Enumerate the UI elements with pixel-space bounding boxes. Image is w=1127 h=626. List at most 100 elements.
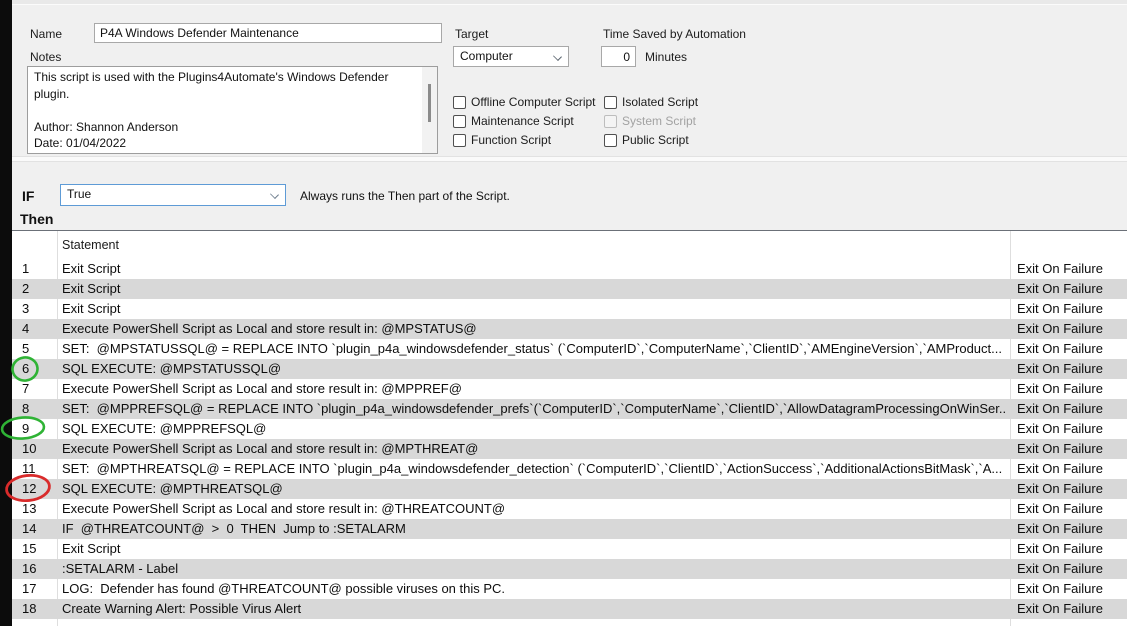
checkbox-icon bbox=[453, 134, 466, 147]
chevron-down-icon bbox=[270, 190, 279, 199]
row-number: 13 bbox=[22, 499, 56, 519]
row-exit-on-failure: Exit On Failure bbox=[1017, 339, 1103, 359]
row-exit-on-failure: Exit On Failure bbox=[1017, 559, 1103, 579]
script-name-input[interactable]: P4A Windows Defender Maintenance bbox=[94, 23, 442, 43]
row-statement: SQL EXECUTE: @MPSTATUSSQL@ bbox=[62, 359, 1007, 379]
row-exit-on-failure: Exit On Failure bbox=[1017, 279, 1103, 299]
row-exit-on-failure: Exit On Failure bbox=[1017, 439, 1103, 459]
checkbox-icon bbox=[453, 96, 466, 109]
section-divider bbox=[12, 156, 1127, 162]
row-number: 8 bbox=[22, 399, 56, 419]
row-exit-on-failure: Exit On Failure bbox=[1017, 579, 1103, 599]
checkbox-label: Public Script bbox=[622, 133, 689, 147]
table-row[interactable]: 7 Execute PowerShell Script as Local and… bbox=[12, 379, 1127, 399]
row-statement: Exit Script bbox=[62, 259, 1007, 279]
table-row[interactable]: 4 Execute PowerShell Script as Local and… bbox=[12, 319, 1127, 339]
row-exit-on-failure: Exit On Failure bbox=[1017, 299, 1103, 319]
row-statement: Execute PowerShell Script as Local and s… bbox=[62, 499, 1007, 519]
checkbox-label: Maintenance Script bbox=[471, 114, 574, 128]
row-number: 16 bbox=[22, 559, 56, 579]
table-row[interactable]: 17 LOG: Defender has found @THREATCOUNT@… bbox=[12, 579, 1127, 599]
notes-label: Notes bbox=[30, 50, 61, 64]
checkbox-label: Offline Computer Script bbox=[471, 95, 596, 109]
table-row[interactable]: 9 SQL EXECUTE: @MPPREFSQL@ Exit On Failu… bbox=[12, 419, 1127, 439]
row-statement: SET: @MPSTATUSSQL@ = REPLACE INTO `plugi… bbox=[62, 339, 1007, 359]
table-row[interactable]: 8 SET: @MPPREFSQL@ = REPLACE INTO `plugi… bbox=[12, 399, 1127, 419]
row-number: 4 bbox=[22, 319, 56, 339]
row-statement: Exit Script bbox=[62, 299, 1007, 319]
row-number: 1 bbox=[22, 259, 56, 279]
notes-scrollbar-thumb[interactable] bbox=[428, 84, 431, 122]
table-row[interactable]: 1 Exit Script Exit On Failure bbox=[12, 259, 1127, 279]
row-exit-on-failure: Exit On Failure bbox=[1017, 459, 1103, 479]
target-label: Target bbox=[455, 27, 488, 41]
row-statement: LOG: Defender has found @THREATCOUNT@ po… bbox=[62, 579, 1007, 599]
time-saved-input[interactable]: 0 bbox=[601, 46, 636, 67]
checkbox-label: System Script bbox=[622, 114, 696, 128]
row-statement: Create Warning Alert: Possible Virus Ale… bbox=[62, 599, 1007, 619]
table-row[interactable]: 6 SQL EXECUTE: @MPSTATUSSQL@ Exit On Fai… bbox=[12, 359, 1127, 379]
table-row[interactable]: 3 Exit Script Exit On Failure bbox=[12, 299, 1127, 319]
row-statement: SQL EXECUTE: @MPTHREATSQL@ bbox=[62, 479, 1007, 499]
chevron-down-icon bbox=[553, 52, 562, 61]
row-statement: :SETALARM - Label bbox=[62, 559, 1007, 579]
row-number: 11 bbox=[22, 459, 56, 479]
table-row[interactable]: 13 Execute PowerShell Script as Local an… bbox=[12, 499, 1127, 519]
target-select[interactable]: Computer bbox=[453, 46, 569, 67]
table-row[interactable]: 18 Create Warning Alert: Possible Virus … bbox=[12, 599, 1127, 619]
script-statement-table: Statement 1 Exit Script Exit On Failure … bbox=[12, 230, 1127, 626]
table-row[interactable]: 14 IF @THREATCOUNT@ > 0 THEN Jump to :SE… bbox=[12, 519, 1127, 539]
table-row[interactable]: 16 :SETALARM - Label Exit On Failure bbox=[12, 559, 1127, 579]
row-statement: Exit Script bbox=[62, 539, 1007, 559]
row-number: 6 bbox=[22, 359, 56, 379]
row-exit-on-failure: Exit On Failure bbox=[1017, 359, 1103, 379]
row-statement: SET: @MPPREFSQL@ = REPLACE INTO `plugin_… bbox=[62, 399, 1007, 419]
background-window-edge bbox=[0, 0, 12, 626]
row-exit-on-failure: Exit On Failure bbox=[1017, 259, 1103, 279]
row-exit-on-failure: Exit On Failure bbox=[1017, 499, 1103, 519]
name-label: Name bbox=[30, 27, 62, 41]
checkbox-icon bbox=[604, 96, 617, 109]
checkbox-public-script[interactable]: Public Script bbox=[604, 133, 689, 147]
if-selected-value: True bbox=[67, 187, 91, 201]
row-number: 12 bbox=[22, 479, 56, 499]
row-statement: Execute PowerShell Script as Local and s… bbox=[62, 319, 1007, 339]
if-hint-text: Always runs the Then part of the Script. bbox=[300, 189, 510, 203]
table-body: 1 Exit Script Exit On Failure 2 Exit Scr… bbox=[12, 259, 1127, 619]
table-header-row: Statement bbox=[12, 231, 1127, 258]
table-row[interactable]: 2 Exit Script Exit On Failure bbox=[12, 279, 1127, 299]
checkbox-label: Isolated Script bbox=[622, 95, 698, 109]
panel-top-edge bbox=[12, 0, 1127, 5]
row-number: 18 bbox=[22, 599, 56, 619]
checkbox-function-script[interactable]: Function Script bbox=[453, 133, 551, 147]
row-statement: Execute PowerShell Script as Local and s… bbox=[62, 379, 1007, 399]
checkbox-icon bbox=[453, 115, 466, 128]
table-row[interactable]: 5 SET: @MPSTATUSSQL@ = REPLACE INTO `plu… bbox=[12, 339, 1127, 359]
row-statement: SQL EXECUTE: @MPPREFSQL@ bbox=[62, 419, 1007, 439]
if-condition-select[interactable]: True bbox=[60, 184, 286, 206]
row-statement: Execute PowerShell Script as Local and s… bbox=[62, 439, 1007, 459]
row-number: 7 bbox=[22, 379, 56, 399]
row-statement: IF @THREATCOUNT@ > 0 THEN Jump to :SETAL… bbox=[62, 519, 1007, 539]
checkbox-offline-computer-script[interactable]: Offline Computer Script bbox=[453, 95, 596, 109]
row-statement: SET: @MPTHREATSQL@ = REPLACE INTO `plugi… bbox=[62, 459, 1007, 479]
table-row[interactable]: 15 Exit Script Exit On Failure bbox=[12, 539, 1127, 559]
row-number: 5 bbox=[22, 339, 56, 359]
target-selected-value: Computer bbox=[460, 49, 513, 63]
row-exit-on-failure: Exit On Failure bbox=[1017, 419, 1103, 439]
then-label: Then bbox=[20, 211, 53, 227]
row-number: 17 bbox=[22, 579, 56, 599]
checkbox-icon bbox=[604, 115, 617, 128]
row-number: 14 bbox=[22, 519, 56, 539]
row-exit-on-failure: Exit On Failure bbox=[1017, 319, 1103, 339]
notes-textarea[interactable]: This script is used with the Plugins4Aut… bbox=[27, 66, 438, 154]
table-row[interactable]: 11 SET: @MPTHREATSQL@ = REPLACE INTO `pl… bbox=[12, 459, 1127, 479]
row-number: 3 bbox=[22, 299, 56, 319]
checkbox-isolated-script[interactable]: Isolated Script bbox=[604, 95, 698, 109]
time-saved-label: Time Saved by Automation bbox=[603, 27, 746, 41]
table-row[interactable]: 10 Execute PowerShell Script as Local an… bbox=[12, 439, 1127, 459]
row-statement: Exit Script bbox=[62, 279, 1007, 299]
table-row[interactable]: 12 SQL EXECUTE: @MPTHREATSQL@ Exit On Fa… bbox=[12, 479, 1127, 499]
checkbox-label: Function Script bbox=[471, 133, 551, 147]
checkbox-maintenance-script[interactable]: Maintenance Script bbox=[453, 114, 574, 128]
